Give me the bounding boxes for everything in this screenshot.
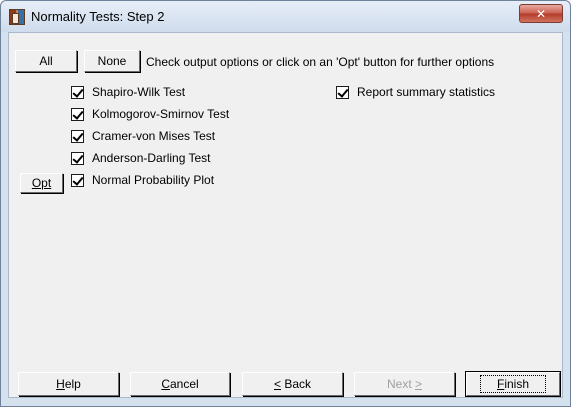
app-icon	[9, 9, 25, 25]
anderson-darling-checkbox[interactable]	[71, 151, 84, 165]
opt-button[interactable]: Opt	[20, 173, 63, 193]
back-button-label: < Back	[273, 377, 312, 391]
back-button[interactable]: < Back	[242, 372, 343, 396]
shapiro-wilk-label: Shapiro-Wilk Test	[92, 85, 186, 99]
test-option-anderson-darling[interactable]: Anderson-Darling Test	[71, 151, 211, 165]
summary-statistics-checkbox[interactable]	[336, 85, 349, 99]
all-button[interactable]: All	[15, 50, 77, 72]
all-button-label: All	[39, 54, 53, 68]
none-button-label: None	[97, 54, 127, 68]
close-button[interactable]: ✕	[519, 4, 563, 23]
help-button-label: Help	[56, 377, 81, 391]
normal-probability-plot-label: Normal Probability Plot	[92, 173, 215, 187]
cancel-button[interactable]: Cancel	[130, 372, 230, 396]
summary-statistics-option[interactable]: Report summary statistics	[336, 85, 495, 99]
test-option-normal-probability-plot[interactable]: Normal Probability Plot	[71, 173, 214, 187]
instruction-text: Check output options or click on an 'Opt…	[146, 55, 495, 69]
finish-button-label: Finish	[479, 375, 547, 393]
test-option-shapiro-wilk[interactable]: Shapiro-Wilk Test	[71, 85, 185, 99]
opt-button-label: Opt	[31, 176, 52, 190]
test-option-cramer-von-mises[interactable]: Cramer-von Mises Test	[71, 129, 215, 143]
kolmogorov-smirnov-checkbox[interactable]	[71, 107, 84, 121]
summary-statistics-label: Report summary statistics	[357, 85, 496, 99]
title-bar[interactable]: Normality Tests: Step 2 ✕	[1, 1, 570, 32]
finish-button[interactable]: Finish	[466, 372, 560, 396]
shapiro-wilk-checkbox[interactable]	[71, 85, 84, 99]
normal-probability-plot-checkbox[interactable]	[71, 173, 84, 187]
next-button[interactable]: Next >	[354, 372, 455, 396]
cramer-von-mises-label: Cramer-von Mises Test	[92, 129, 216, 143]
help-button[interactable]: Help	[18, 372, 119, 396]
none-button[interactable]: None	[84, 50, 140, 72]
next-button-label: Next >	[386, 377, 423, 391]
dialog-body: All None Check output options or click o…	[8, 32, 563, 398]
test-option-kolmogorov-smirnov[interactable]: Kolmogorov-Smirnov Test	[71, 107, 229, 121]
dialog-window: Normality Tests: Step 2 ✕ All None Check…	[0, 0, 571, 407]
cramer-von-mises-checkbox[interactable]	[71, 129, 84, 143]
anderson-darling-label: Anderson-Darling Test	[92, 151, 211, 165]
cancel-button-label: Cancel	[161, 377, 199, 391]
kolmogorov-smirnov-label: Kolmogorov-Smirnov Test	[92, 107, 230, 121]
close-icon: ✕	[535, 6, 547, 21]
window-title: Normality Tests: Step 2	[31, 9, 165, 24]
